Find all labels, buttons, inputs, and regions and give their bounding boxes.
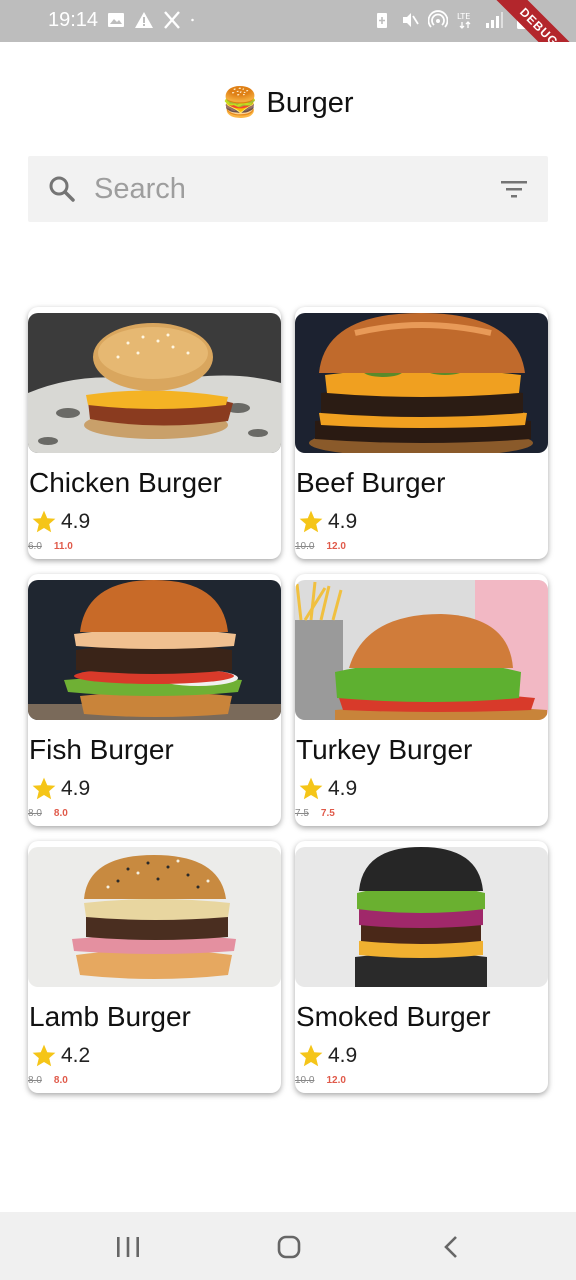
search-input[interactable] [94,164,474,214]
page-title: 🍔 Burger [0,86,576,120]
old-price: 7.5 [295,808,309,819]
rating-value: 4.9 [328,777,358,800]
product-card[interactable]: Lamb Burger 4.2 8.0 8.0 [28,841,281,1093]
price: 7.5 [320,808,335,819]
title-text: Burger [266,86,354,119]
search-icon [49,176,75,202]
status-right-icons: LTE [372,10,532,30]
rating-value: 4.9 [328,510,358,533]
image-icon [108,13,124,27]
search-bar[interactable] [28,156,548,222]
smoked-burger-image [295,847,548,987]
back-icon[interactable] [436,1234,466,1260]
filter-icon[interactable] [500,179,528,199]
product-prices: 10.0 12.0 [295,541,346,552]
rating-value: 4.2 [61,1044,91,1067]
product-prices: 10.0 12.0 [295,1075,346,1086]
battery-saver-icon [377,13,387,28]
chicken-burger-image [28,313,281,453]
lamb-burger-image [28,847,281,987]
svg-text:LTE: LTE [457,12,470,21]
price: 8.0 [53,1075,68,1086]
product-name: Lamb Burger [29,1001,191,1032]
product-rating: 4.9 [298,509,357,535]
product-rating: 4.9 [298,1043,357,1069]
price: 8.0 [53,808,68,819]
burger-emoji-icon: 🍔 [222,87,259,119]
product-name: Turkey Burger [296,734,473,765]
product-rating: 4.9 [31,776,90,802]
product-prices: 8.0 8.0 [28,1075,68,1086]
product-rating: 4.9 [31,509,90,535]
product-prices: 8.0 8.0 [28,808,68,819]
product-card[interactable]: Smoked Burger 4.9 10.0 12.0 [295,841,548,1093]
price: 12.0 [326,1075,346,1086]
product-name: Chicken Burger [29,467,222,498]
product-name: Beef Burger [296,467,446,498]
product-card[interactable]: Turkey Burger 4.9 7.5 7.5 [295,574,548,826]
signal-icon [486,12,503,28]
product-rating: 4.9 [298,776,357,802]
status-left-icons [106,10,200,30]
old-price: 10.0 [295,541,315,552]
turkey-burger-image [295,580,548,720]
rating-value: 4.9 [328,1044,358,1067]
rating-value: 4.9 [61,777,91,800]
star-icon [299,510,323,533]
status-time: 19:14 [48,9,99,31]
product-name: Fish Burger [29,734,174,765]
dot-icon [191,18,194,22]
product-card[interactable]: Beef Burger 4.9 10.0 12.0 [295,307,548,559]
star-icon [299,1044,323,1067]
mute-icon [403,13,419,27]
old-price: 6.0 [28,541,42,552]
x-icon [164,11,180,29]
hotspot-icon [428,10,448,28]
lte-icon: LTE [457,12,471,29]
star-icon [32,1044,56,1067]
recents-icon[interactable] [113,1234,143,1260]
product-prices: 7.5 7.5 [295,808,335,819]
product-grid: Chicken Burger 4.9 6.0 11.0 Beef Burger … [28,307,548,1093]
price: 11.0 [53,541,73,552]
old-price: 8.0 [28,1075,42,1086]
status-bar: 19:14 LTE DEBUG [0,0,576,88]
home-icon[interactable] [274,1234,304,1260]
beef-burger-image [295,313,548,453]
product-rating: 4.2 [31,1043,90,1069]
product-prices: 6.0 11.0 [28,541,73,552]
warning-icon [135,12,153,28]
old-price: 8.0 [28,808,42,819]
product-card[interactable]: Fish Burger 4.9 8.0 8.0 [28,574,281,826]
product-name: Smoked Burger [296,1001,491,1032]
rating-value: 4.9 [61,510,91,533]
fish-burger-image [28,580,281,720]
old-price: 10.0 [295,1075,315,1086]
system-nav-bar [0,1212,576,1280]
price: 12.0 [326,541,346,552]
star-icon [32,510,56,533]
star-icon [299,777,323,800]
product-card[interactable]: Chicken Burger 4.9 6.0 11.0 [28,307,281,559]
star-icon [32,777,56,800]
main-page: 🍔 Burger Chicken B [0,42,576,1212]
